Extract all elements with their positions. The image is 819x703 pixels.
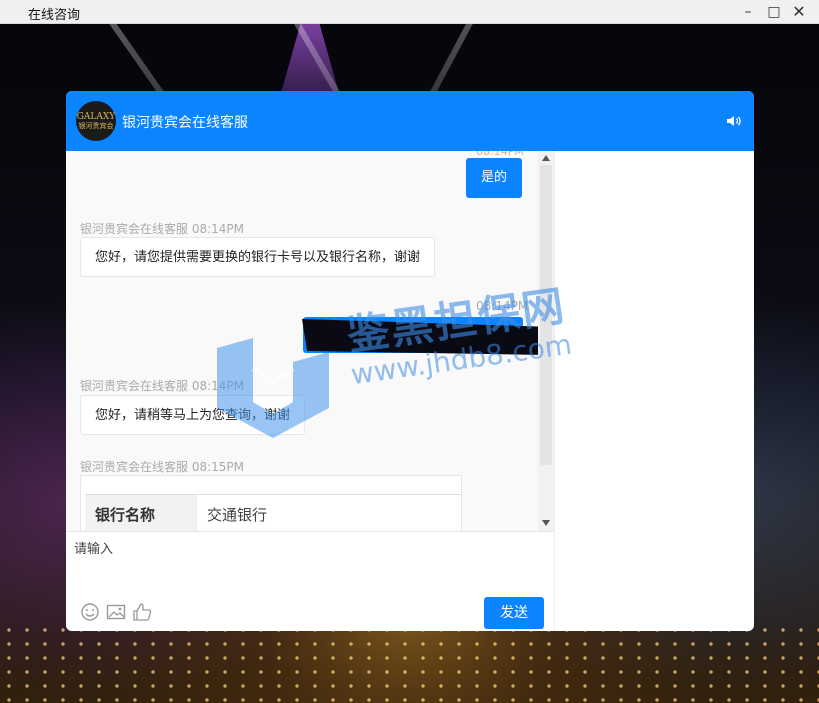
bank-name-value: 交通银行 — [207, 506, 268, 524]
bank-name-row: 银行名称 交通银行 — [85, 494, 461, 531]
message-time: 08:14PM — [476, 151, 524, 158]
chat-header: GALAXY 银河贵宾会 银河贵宾会在线客服 — [66, 91, 754, 151]
message-list[interactable]: 08:14PM 是的 银河贵宾会在线客服 08:14PM 您好，请您提供需要更换… — [66, 151, 538, 531]
image-icon[interactable] — [106, 602, 126, 622]
close-button[interactable]: ✕ — [789, 3, 809, 21]
bank-info-card: 银行名称 交通银行 — [80, 475, 462, 531]
service-message: 您好，请您提供需要更换的银行卡号以及银行名称，谢谢 — [80, 237, 436, 277]
logo-subtext: 银河贵宾会 — [78, 122, 114, 130]
service-name: 银河贵宾会在线客服 — [122, 115, 248, 131]
message-meta: 银河贵宾会在线客服 08:15PM — [80, 460, 244, 474]
message-meta: 08:14PM — [476, 299, 529, 313]
message-meta: 银河贵宾会在线客服 08:14PM — [80, 222, 244, 236]
scroll-down-icon[interactable] — [542, 520, 550, 526]
city-lights — [0, 623, 819, 703]
bank-name-label: 银行名称 — [85, 495, 197, 531]
logo-text: GALAXY — [76, 112, 116, 122]
scroll-thumb[interactable] — [540, 165, 552, 465]
message-input[interactable] — [72, 538, 546, 560]
brand-logo: GALAXY 银河贵宾会 — [76, 101, 116, 141]
scroll-up-icon[interactable] — [542, 155, 550, 161]
send-button[interactable]: 发送 — [484, 597, 544, 629]
message-meta: 银河贵宾会在线客服 08:14PM — [80, 379, 244, 393]
minimize-button[interactable]: – — [738, 3, 758, 21]
thumbs-up-icon[interactable] — [132, 602, 152, 622]
service-message: 您好，请稍等马上为您查询，谢谢 — [80, 395, 306, 435]
composer: 发送 — [66, 531, 554, 631]
maximize-button[interactable]: □ — [764, 3, 784, 21]
window-title: 在线咨询 — [28, 8, 81, 23]
chat-panel: GALAXY 银河贵宾会 银河贵宾会在线客服 08:14PM 是的 银河贵宾会在… — [66, 91, 754, 631]
side-panel — [554, 151, 754, 631]
window-titlebar: 在线咨询 – □ ✕ — [0, 0, 819, 24]
user-message: 是的 — [466, 158, 522, 198]
speaker-icon[interactable] — [725, 113, 743, 129]
message-scrollbar[interactable] — [538, 151, 554, 531]
emoji-icon[interactable] — [80, 602, 100, 622]
